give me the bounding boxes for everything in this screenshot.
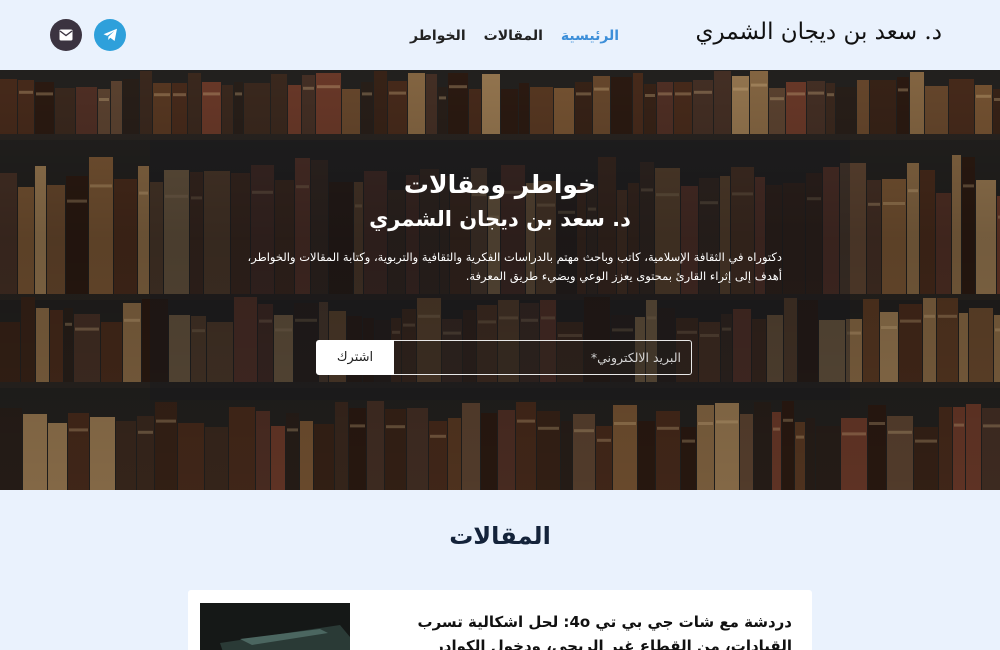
article-title[interactable]: دردشة مع شات جي بي تي 4o: لحل اشكالية تس… bbox=[362, 610, 792, 650]
article-card[interactable]: دردشة مع شات جي بي تي 4o: لحل اشكالية تس… bbox=[188, 590, 812, 650]
hero-title: خواطر ومقالات bbox=[403, 170, 597, 199]
telegram-button[interactable] bbox=[94, 19, 126, 51]
nav-item-articles[interactable]: المقالات bbox=[484, 28, 543, 44]
mail-icon bbox=[59, 29, 73, 41]
main-nav: الرئيسية المقالات الخواطر bbox=[410, 25, 619, 47]
subscribe-button[interactable]: اشترك bbox=[316, 340, 394, 375]
article-thumbnail[interactable] bbox=[200, 603, 350, 650]
mail-button[interactable] bbox=[50, 19, 82, 51]
social-links bbox=[50, 19, 126, 51]
telegram-icon bbox=[103, 28, 117, 41]
articles-heading: المقالات bbox=[449, 522, 551, 550]
hero-subtitle: د. سعد بن ديجان الشمري bbox=[369, 207, 631, 231]
email-input[interactable] bbox=[394, 340, 692, 375]
site-brand[interactable]: د. سعد بن ديجان الشمري bbox=[696, 19, 942, 45]
site-header: د. سعد بن ديجان الشمري الرئيسية المقالات… bbox=[0, 0, 1000, 70]
hero-description: دكتوراه في الثقافة الإسلامية، كاتب وباحث… bbox=[247, 250, 782, 283]
subscribe-form: اشترك bbox=[316, 340, 692, 375]
nav-item-home[interactable]: الرئيسية bbox=[561, 28, 619, 44]
article-thumbnail-image bbox=[200, 603, 350, 650]
nav-item-thoughts[interactable]: الخواطر bbox=[410, 28, 466, 44]
hero-section: خواطر ومقالات د. سعد بن ديجان الشمري دكت… bbox=[0, 70, 1000, 490]
